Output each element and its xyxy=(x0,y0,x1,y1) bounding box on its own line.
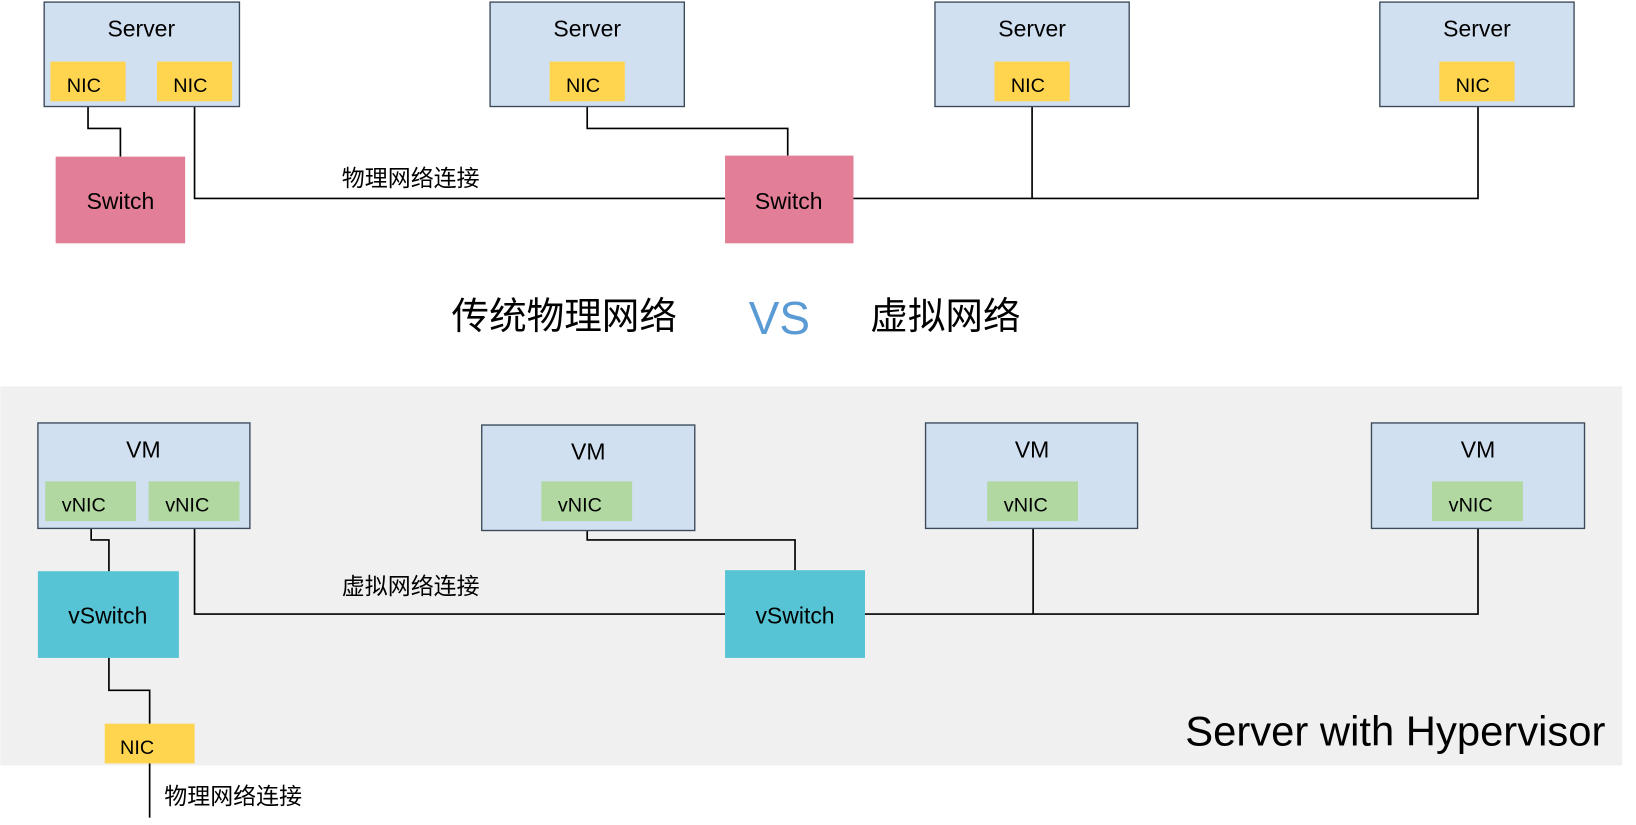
nic-label: NIC xyxy=(566,75,600,97)
vm-label: VM xyxy=(126,436,160,462)
vm-2: VM vNIC xyxy=(481,424,696,532)
switch-label: Switch xyxy=(755,188,823,214)
virtual-network: VM vNIC vNIC VM vNIC VM vNIC VM vNIC vSw… xyxy=(0,386,1623,818)
virtual-title: 虚拟网络 xyxy=(870,295,1020,337)
traditional-title: 传统物理网络 xyxy=(451,295,676,337)
server-4: Server NIC xyxy=(1379,1,1575,108)
link xyxy=(853,101,1479,200)
nic-label: NIC xyxy=(120,737,154,759)
server-label: Server xyxy=(1443,16,1511,42)
nic-label: NIC xyxy=(67,75,101,97)
server-label: Server xyxy=(107,16,175,42)
nic-label: NIC xyxy=(1011,75,1045,97)
network-diagram: Server NIC NIC Server NIC Server NIC Ser… xyxy=(0,1,1623,818)
nic-label: NIC xyxy=(173,75,207,97)
vm-label: VM xyxy=(571,438,605,464)
link xyxy=(87,101,122,157)
vs-label: VS xyxy=(749,292,810,344)
server-label: Server xyxy=(553,16,621,42)
vswitch-label: vSwitch xyxy=(68,602,147,628)
vswitch-label: vSwitch xyxy=(755,602,834,628)
vnic-label: vNIC xyxy=(558,495,602,517)
vnic-label: vNIC xyxy=(1004,495,1048,517)
vnic-label: vNIC xyxy=(62,495,106,517)
physical-link-label: 物理网络连接 xyxy=(342,165,480,191)
vm-3: VM vNIC xyxy=(924,422,1139,530)
link xyxy=(586,101,789,156)
nic-label: NIC xyxy=(1456,75,1490,97)
server-1: Server NIC NIC xyxy=(43,1,241,108)
physical-network: Server NIC NIC Server NIC Server NIC Ser… xyxy=(43,1,1575,244)
server-3: Server NIC xyxy=(934,1,1130,108)
switch-label: Switch xyxy=(87,188,155,214)
vnic-label: vNIC xyxy=(1449,495,1493,517)
virtual-link-label: 虚拟网络连接 xyxy=(342,573,480,599)
vm-4: VM vNIC xyxy=(1370,422,1586,530)
vm-label: VM xyxy=(1461,436,1495,462)
physical-link-label: 物理网络连接 xyxy=(164,783,302,809)
hypervisor-label: Server with Hypervisor xyxy=(1185,708,1605,755)
server-label: Server xyxy=(998,16,1066,42)
vnic-label: vNIC xyxy=(165,495,209,517)
vm-label: VM xyxy=(1015,436,1049,462)
vm-1: VM vNIC vNIC xyxy=(37,422,251,530)
server-2: Server NIC xyxy=(489,1,686,108)
